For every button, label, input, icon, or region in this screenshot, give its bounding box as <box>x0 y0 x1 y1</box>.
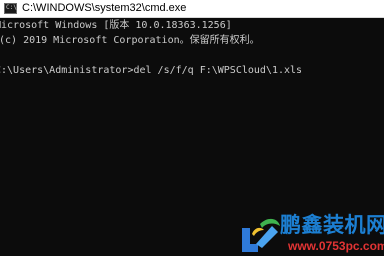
site-watermark: 鹏鑫装机网 www.0753pc.com <box>232 212 384 256</box>
console-line-command: C:\Users\Administrator>del /s/f/q F:\WPS… <box>0 65 303 76</box>
console-line-version: Microsoft Windows [版本 10.0.18363.1256] <box>0 20 232 31</box>
title-bar[interactable]: C:\ C:\WINDOWS\system32\cmd.exe <box>0 0 384 18</box>
watermark-site-url: www.0753pc.com <box>288 239 384 253</box>
console-line-copyright: (c) 2019 Microsoft Corporation。保留所有权利。 <box>0 35 260 46</box>
cmd-icon: C:\ <box>4 3 17 14</box>
watermark-site-name: 鹏鑫装机网 <box>280 213 384 237</box>
window-title: C:\WINDOWS\system32\cmd.exe <box>22 2 187 14</box>
site-logo-icon <box>242 218 280 252</box>
